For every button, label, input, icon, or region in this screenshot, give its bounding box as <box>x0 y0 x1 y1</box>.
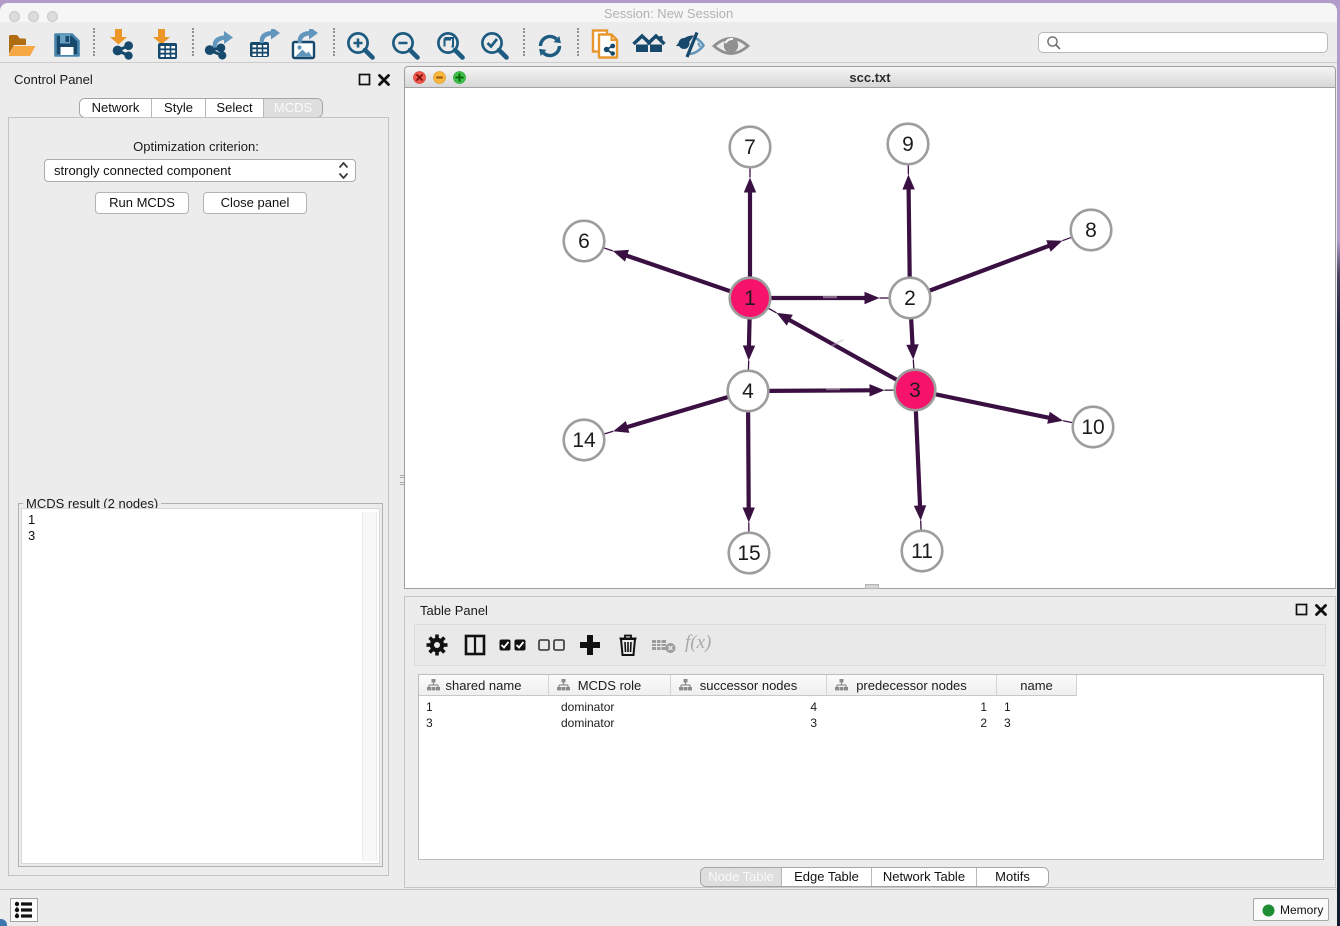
svg-text:14: 14 <box>572 429 596 452</box>
svg-text:4: 4 <box>742 380 754 403</box>
svg-text:3: 3 <box>909 379 921 402</box>
svg-text:9: 9 <box>902 133 914 156</box>
svg-text:1: 1 <box>744 287 756 310</box>
svg-text:6: 6 <box>578 230 590 253</box>
svg-text:8: 8 <box>1085 219 1097 242</box>
svg-text:11: 11 <box>911 540 933 563</box>
svg-text:7: 7 <box>744 136 756 159</box>
svg-text:10: 10 <box>1081 416 1104 439</box>
svg-text:2: 2 <box>904 287 916 310</box>
svg-text:15: 15 <box>737 542 760 565</box>
